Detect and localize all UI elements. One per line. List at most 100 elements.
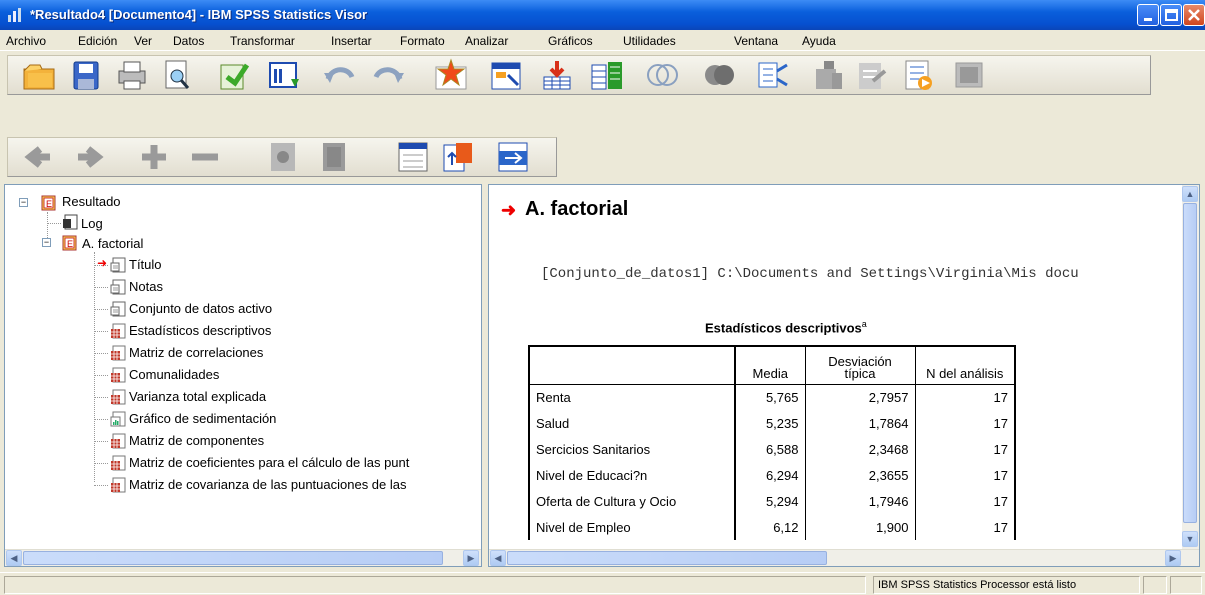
- insert-text-icon[interactable]: [495, 139, 533, 175]
- contents-horizontal-scrollbar[interactable]: ◀ ▶: [489, 549, 1199, 566]
- scroll-left-icon[interactable]: ◀: [6, 550, 22, 566]
- scroll-up-icon[interactable]: ▲: [1182, 186, 1198, 202]
- status-cell-2: [1143, 576, 1167, 594]
- recall-dialog-icon[interactable]: [265, 57, 303, 93]
- show-all-variables-icon[interactable]: [700, 57, 738, 93]
- dataset-line[interactable]: [Conjunto_de_datos1] C:\Documents and Se…: [541, 266, 1079, 282]
- window-title: *Resultado4 [Documento4] - IBM SPSS Stat…: [30, 7, 368, 22]
- outline-horizontal-scrollbar[interactable]: ◀ ▶: [5, 549, 481, 566]
- menu-graficos[interactable]: Gráficos: [548, 34, 593, 48]
- table-icon: [111, 433, 126, 449]
- log-icon: [63, 214, 78, 230]
- table-icon: [111, 477, 126, 493]
- table-header-blank: [528, 346, 736, 384]
- row-label: Salud: [528, 410, 736, 436]
- menu-formato[interactable]: Formato: [400, 34, 445, 48]
- use-sets-icon[interactable]: [643, 57, 681, 93]
- menu-utilidades[interactable]: Utilidades: [623, 34, 676, 48]
- promote-icon[interactable]: [20, 139, 58, 175]
- goto-data-icon[interactable]: [432, 57, 470, 93]
- scroll-right-icon[interactable]: ▶: [463, 550, 479, 566]
- cell-value: 2,3468: [804, 436, 915, 462]
- table-body: Renta 5,765 2,7957 17 Salud 5,235 1,7864 17 Serc…: [528, 384, 1016, 540]
- variables-icon[interactable]: [588, 57, 626, 93]
- insert-heading-icon[interactable]: [395, 139, 433, 175]
- table-row: Salud 5,235 1,7864 17: [528, 410, 1016, 436]
- menu-ver[interactable]: Ver: [134, 34, 152, 48]
- demote-icon[interactable]: [72, 139, 110, 175]
- close-button[interactable]: [1183, 4, 1205, 26]
- descriptive-statistics-table[interactable]: Media Desviación típica N del análisis Re…: [528, 345, 1016, 540]
- notes-icon: [110, 279, 126, 295]
- contents-vertical-scrollbar[interactable]: ▲ ▼: [1182, 185, 1199, 549]
- menu-datos[interactable]: Datos: [173, 34, 204, 48]
- table-title[interactable]: Estadísticos descriptivosa: [705, 319, 867, 335]
- scroll-thumb-h[interactable]: [507, 551, 827, 565]
- undo-icon[interactable]: [320, 57, 358, 93]
- table-row: Renta 5,765 2,7957 17: [528, 384, 1016, 410]
- close-icon: [1188, 9, 1200, 21]
- col-header-n: N del análisis: [914, 346, 1016, 384]
- chart-icon: [110, 411, 126, 427]
- table-icon: [111, 455, 126, 471]
- collapse-icon[interactable]: [186, 139, 224, 175]
- scroll-left-icon[interactable]: ◀: [490, 550, 506, 566]
- current-item-arrow-icon: ➜: [501, 200, 517, 220]
- goto-variable-icon[interactable]: [538, 57, 576, 93]
- insert-title-icon[interactable]: [440, 139, 478, 175]
- analysis-book-icon: E: [62, 235, 77, 251]
- output-heading[interactable]: A. factorial: [525, 198, 628, 221]
- collapse-analysis-toggle[interactable]: −: [42, 238, 51, 247]
- export-icon[interactable]: [215, 57, 253, 93]
- collapse-root-toggle[interactable]: −: [19, 198, 28, 207]
- row-label: Nivel de Empleo: [528, 514, 736, 540]
- cell-value: 2,7957: [804, 384, 915, 410]
- table-icon: [111, 345, 126, 361]
- spelling-icon[interactable]: [755, 57, 793, 93]
- menu-bar: Archivo Edición Ver Datos Transformar In…: [0, 30, 1205, 51]
- cell-value: 1,7864: [804, 410, 915, 436]
- spss-app-icon: [8, 8, 21, 22]
- expand-icon[interactable]: [135, 139, 173, 175]
- status-message: IBM SPSS Statistics Processor está listo: [873, 576, 1140, 594]
- maximize-button[interactable]: [1160, 4, 1182, 26]
- cell-value: 1,7946: [804, 488, 915, 514]
- scroll-right-icon[interactable]: ▶: [1165, 550, 1181, 566]
- hide-icon[interactable]: [315, 139, 353, 175]
- redo-icon[interactable]: [370, 57, 408, 93]
- menu-edicion[interactable]: Edición: [78, 34, 117, 48]
- scroll-down-icon[interactable]: ▼: [1182, 531, 1198, 547]
- menu-ayuda[interactable]: Ayuda: [802, 34, 836, 48]
- maximize-icon: [1165, 9, 1178, 21]
- cell-value: 5,235: [734, 410, 805, 436]
- table-icon: [111, 389, 126, 405]
- print-preview-icon[interactable]: [158, 57, 196, 93]
- menu-archivo[interactable]: Archivo: [6, 34, 46, 48]
- show-icon[interactable]: [265, 139, 303, 175]
- cell-value: 5,765: [734, 384, 805, 410]
- output-book-icon: E: [41, 195, 56, 211]
- goto-case-icon[interactable]: [488, 57, 526, 93]
- minimize-button[interactable]: [1137, 4, 1159, 26]
- open-folder-icon[interactable]: [20, 57, 58, 93]
- table-icon: [111, 367, 126, 383]
- create-edit-autoscript-icon[interactable]: [810, 57, 848, 93]
- cell-value: 17: [914, 514, 1016, 540]
- select-last-output-icon[interactable]: [950, 57, 988, 93]
- menu-transformar[interactable]: Transformar: [230, 34, 295, 48]
- menu-ventana[interactable]: Ventana: [734, 34, 778, 48]
- scroll-thumb-v[interactable]: [1183, 203, 1197, 523]
- run-script-icon[interactable]: [853, 57, 891, 93]
- cell-value: 17: [914, 410, 1016, 436]
- menu-insertar[interactable]: Insertar: [331, 34, 372, 48]
- save-icon[interactable]: [68, 57, 106, 93]
- svg-text:E: E: [46, 199, 52, 209]
- table-row: Sercicios Sanitarios 6,588 2,3468 17: [528, 436, 1016, 462]
- print-icon[interactable]: [113, 57, 151, 93]
- spss-viewer-window: *Resultado4 [Documento4] - IBM SPSS Stat…: [0, 0, 1205, 595]
- designate-window-icon[interactable]: [900, 57, 938, 93]
- status-cell-3: [1170, 576, 1202, 594]
- scroll-thumb[interactable]: [23, 551, 443, 565]
- menu-analizar[interactable]: Analizar: [465, 34, 508, 48]
- status-bar: IBM SPSS Statistics Processor está listo: [0, 572, 1205, 595]
